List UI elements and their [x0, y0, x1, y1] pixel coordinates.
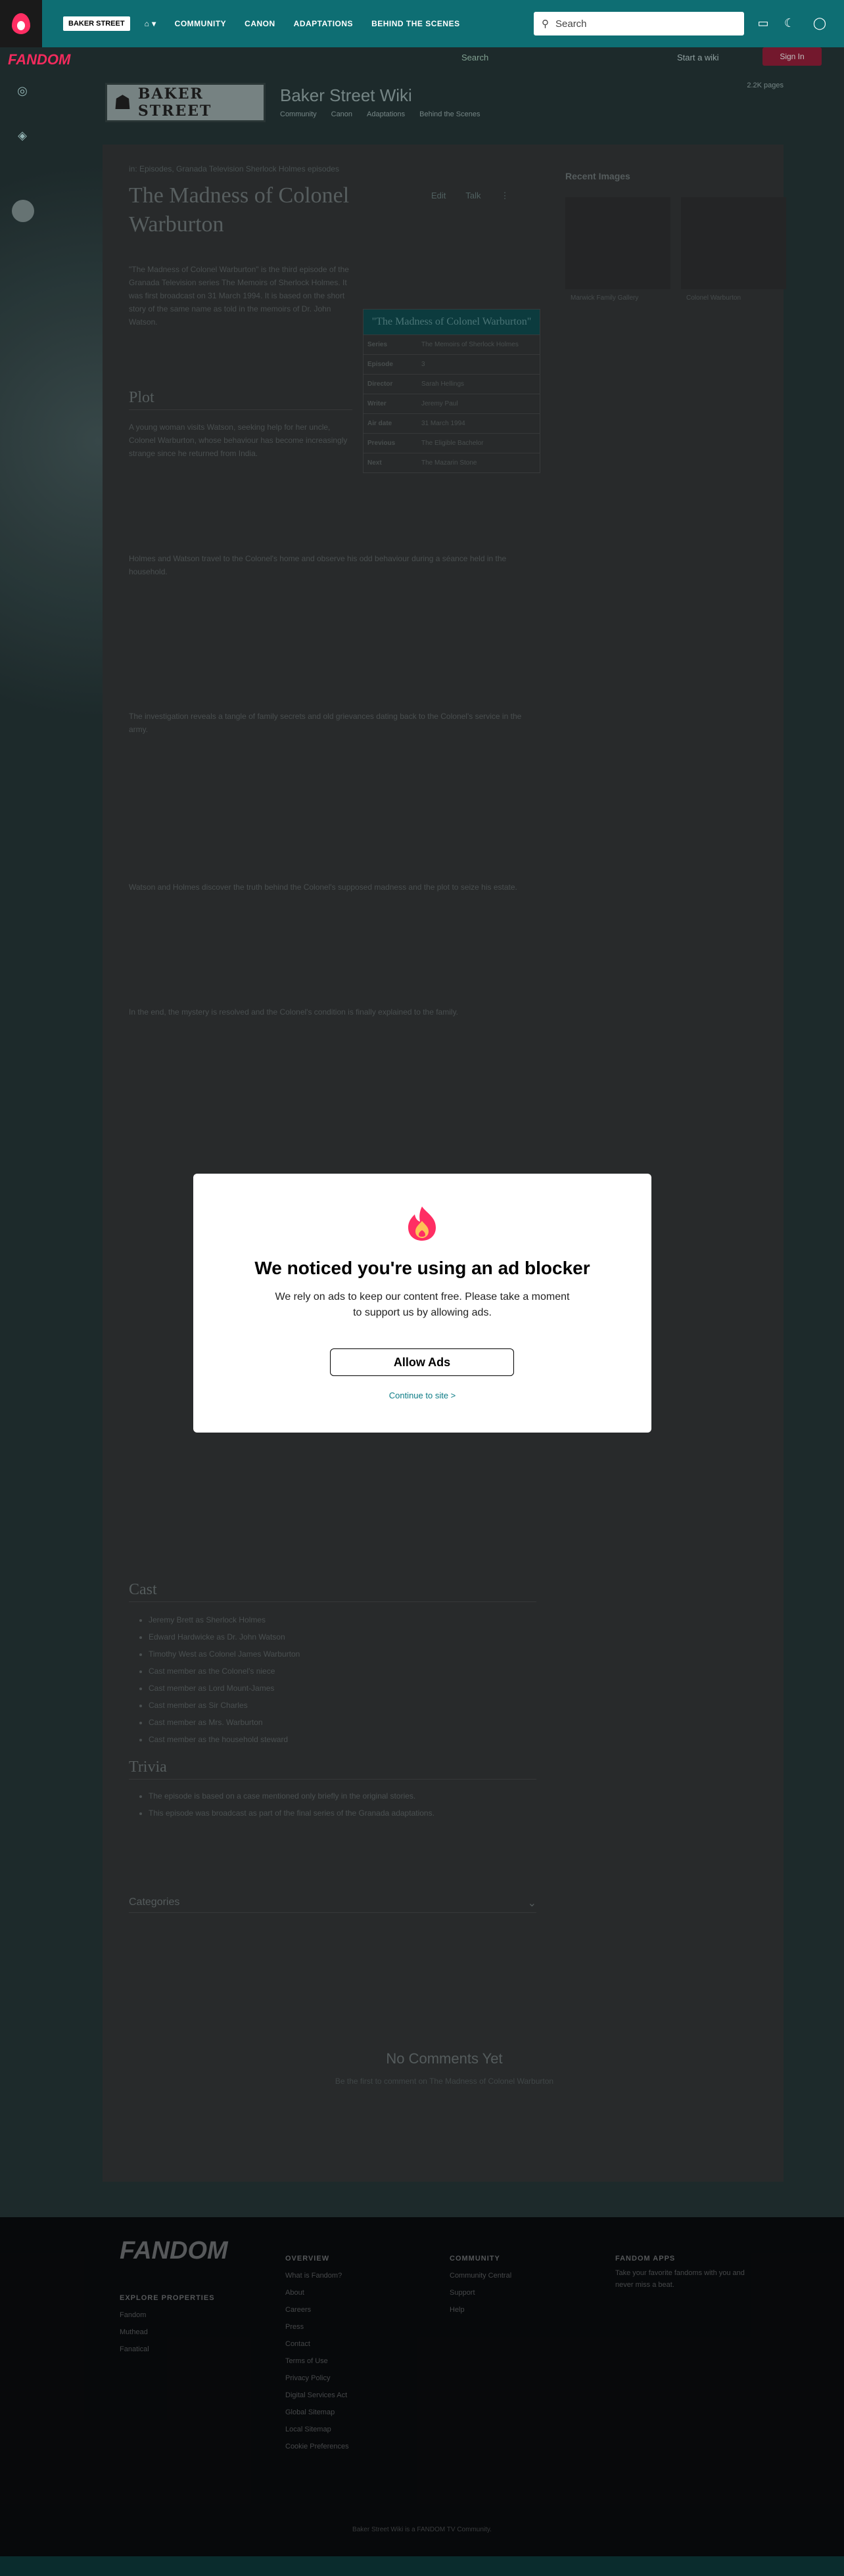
nav-canon[interactable]: CANON: [245, 19, 275, 28]
continue-to-site-link[interactable]: Continue to site >: [193, 1391, 651, 1400]
global-navigation: BAKER STREET ⌂ ▾ COMMUNITY CANON ADAPTAT…: [0, 0, 844, 47]
nav-adaptations[interactable]: ADAPTATIONS: [294, 19, 353, 28]
modal-body: We rely on ads to keep our content free.…: [275, 1291, 570, 1318]
wiki-chip-label: BAKER STREET: [68, 20, 125, 28]
explore-menu-icon[interactable]: ⌂ ▾: [145, 19, 156, 28]
search-input[interactable]: ⚲ Search: [534, 12, 744, 35]
fandom-flame-icon: [408, 1207, 436, 1241]
user-icon[interactable]: ◯: [812, 16, 827, 30]
nav-behind-the-scenes[interactable]: BEHIND THE SCENES: [371, 19, 460, 28]
nav-community[interactable]: COMMUNITY: [175, 19, 227, 28]
dark-mode-icon[interactable]: ☾: [782, 16, 797, 30]
search-icon: ⚲: [542, 18, 549, 30]
allow-ads-button[interactable]: Allow Ads: [330, 1348, 514, 1376]
fandom-logo-icon[interactable]: [0, 0, 42, 47]
modal-heading: We noticed you're using an ad blocker: [254, 1258, 590, 1278]
ad-blocker-modal: We noticed you're using an ad blocker We…: [193, 1174, 651, 1433]
search-placeholder: Search: [555, 18, 587, 30]
wiki-home-chip[interactable]: BAKER STREET: [63, 16, 130, 31]
chat-icon[interactable]: ▭: [756, 16, 770, 30]
